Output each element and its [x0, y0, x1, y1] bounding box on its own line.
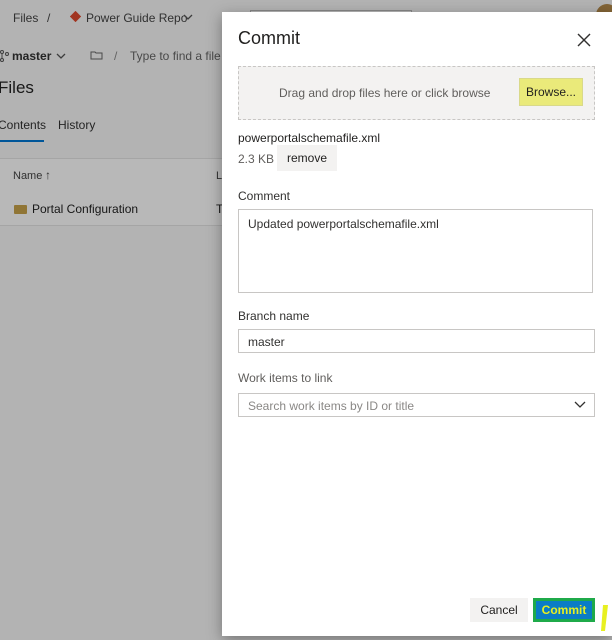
work-items-placeholder: Search work items by ID or title: [248, 399, 415, 413]
commit-dialog: Commit Drag and drop files here or click…: [222, 12, 612, 636]
branch-name-label: Branch name: [238, 309, 310, 323]
comment-textarea[interactable]: Updated powerportalschemafile.xml: [238, 209, 593, 293]
work-items-label: Work items to link: [238, 371, 333, 385]
branch-name-input[interactable]: master: [238, 329, 595, 353]
highlight-mark: [601, 605, 608, 631]
file-size: 2.3 KB: [238, 152, 275, 166]
comment-label: Comment: [238, 189, 291, 203]
dialog-title: Commit: [238, 28, 300, 48]
cancel-button[interactable]: Cancel: [470, 598, 528, 622]
commit-button[interactable]: Commit: [533, 598, 595, 622]
dropzone-text: Drag and drop files here or click browse: [279, 86, 491, 100]
file-dropzone[interactable]: Drag and drop files here or click browse…: [238, 66, 595, 120]
chevron-down-icon[interactable]: [574, 400, 586, 410]
close-icon[interactable]: [574, 30, 594, 50]
browse-button[interactable]: Browse...: [519, 78, 583, 106]
work-items-search-input[interactable]: Search work items by ID or title: [238, 393, 595, 417]
file-name: powerportalschemafile.xml: [238, 131, 381, 145]
remove-file-button[interactable]: remove: [277, 145, 337, 171]
